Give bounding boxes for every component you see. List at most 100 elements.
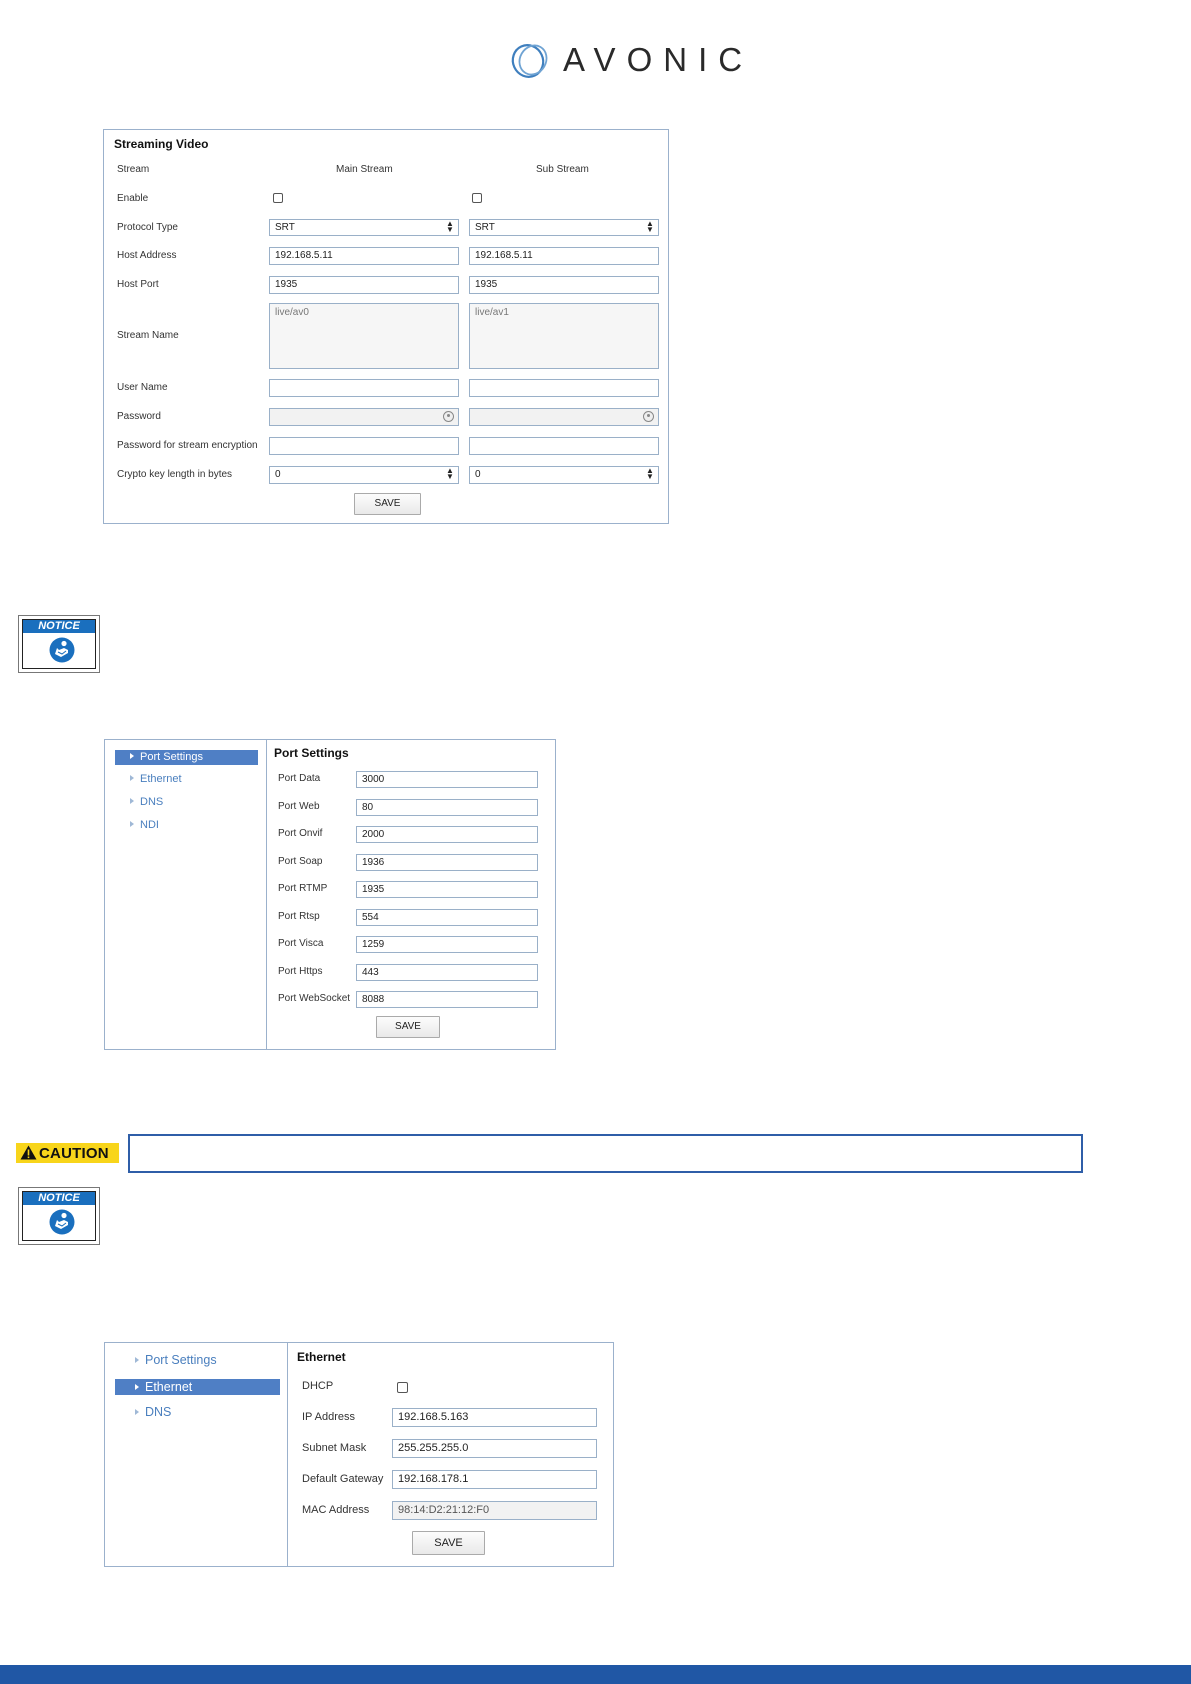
main-host-address-input[interactable]: 192.168.5.11 [269,247,459,265]
dhcp-label: DHCP [302,1380,334,1392]
streaming-save-button[interactable]: SAVE [354,493,421,515]
caution-sign: CAUTION [16,1143,119,1163]
main-enable-checkbox[interactable] [273,193,283,203]
select-arrows-icon: ▲ ▼ [446,466,454,481]
port-row-label: Port WebSocket [278,993,351,1004]
nav-item-port-settings[interactable]: Port Settings [115,750,258,765]
read-manual-icon [49,1209,75,1235]
subnet-mask-label: Subnet Mask [302,1442,367,1454]
main-crypto-select[interactable]: 0 ▲ ▼ [269,466,459,484]
host-port-label: Host Port [117,279,159,290]
ip-address-label: IP Address [302,1411,355,1423]
read-manual-icon [49,637,75,663]
nav-label: NDI [140,819,159,831]
caution-text-box [128,1134,1083,1173]
nav-arrow-icon [135,1408,139,1415]
notice-sign-2: NOTICE [18,1187,100,1245]
port-row-label: Port RTMP [278,883,328,894]
ip-address-input[interactable]: 192.168.5.163 [392,1408,597,1427]
notice-frame: NOTICE [22,619,96,669]
port-settings-panel: Port Settings Ethernet DNS NDI Port Sett… [104,739,556,1050]
port-row-label: Port Https [278,966,323,977]
sub-enable-checkbox[interactable] [472,193,482,203]
nav-item-ethernet[interactable]: Ethernet [130,773,182,785]
notice-label: NOTICE [23,620,95,633]
sub-crypto-value: 0 [475,469,481,480]
password-reveal-icon[interactable] [643,411,654,422]
main-host-port-input[interactable]: 1935 [269,276,459,294]
nav-arrow-icon [130,821,134,828]
host-address-label: Host Address [117,250,177,261]
main-user-name-input[interactable] [269,379,459,397]
port-row-input[interactable]: 1259 [356,936,538,953]
password-label: Password [117,411,161,422]
port-row-input[interactable]: 8088 [356,991,538,1008]
protocol-type-label: Protocol Type [117,222,178,233]
port-row-input[interactable]: 3000 [356,771,538,788]
nav-item-dns[interactable]: DNS [135,1405,171,1419]
main-stream-name-textarea[interactable]: live/av0 [269,303,459,369]
nav-item-ndi[interactable]: NDI [130,819,159,831]
main-stream-header: Main Stream [336,164,393,175]
main-password-input[interactable] [269,408,459,426]
nav-arrow-icon [130,798,134,805]
select-arrows-icon: ▲ ▼ [646,219,654,234]
sub-stream-name-textarea[interactable]: live/av1 [469,303,659,369]
footer-bar [0,1665,1191,1684]
dhcp-checkbox[interactable] [397,1382,408,1393]
main-protocol-select[interactable]: SRT ▲ ▼ [269,219,459,236]
brand-name: AVONIC [563,41,754,78]
port-row-input[interactable]: 1935 [356,881,538,898]
sub-host-address-input[interactable]: 192.168.5.11 [469,247,659,265]
notice-label: NOTICE [23,1192,95,1205]
sub-password-input[interactable] [469,408,659,426]
sub-user-name-input[interactable] [469,379,659,397]
port-row-label: Port Data [278,773,321,784]
password-reveal-icon[interactable] [443,411,454,422]
panel-title: Ethernet [297,1350,346,1364]
main-protocol-value: SRT [275,222,295,233]
ethernet-nav: Port Settings Ethernet DNS [105,1343,288,1566]
port-row-input[interactable]: 1936 [356,854,538,871]
port-row-input[interactable]: 2000 [356,826,538,843]
sub-host-port-input[interactable]: 1935 [469,276,659,294]
sub-crypto-select[interactable]: 0 ▲ ▼ [469,466,659,484]
enable-label: Enable [117,193,149,204]
nav-item-port-settings[interactable]: Port Settings [135,1353,217,1367]
panel-title: Streaming Video [114,137,209,151]
port-row-label: Port Soap [278,856,323,867]
caution-label: CAUTION [39,1145,109,1162]
port-settings-nav: Port Settings Ethernet DNS NDI [105,740,267,1049]
port-row-label: Port Rtsp [278,911,320,922]
notice-sign-1: NOTICE [18,615,100,673]
sub-protocol-select[interactable]: SRT ▲ ▼ [469,219,659,236]
sub-stream-header: Sub Stream [536,164,589,175]
nav-arrow-icon [135,1356,139,1363]
warning-triangle-icon [20,1145,37,1160]
nav-item-dns[interactable]: DNS [130,796,163,808]
panel-title: Port Settings [274,746,349,760]
sub-password-encryption-input[interactable] [469,437,659,455]
subnet-mask-input[interactable]: 255.255.255.0 [392,1439,597,1458]
port-settings-save-button[interactable]: SAVE [376,1016,440,1038]
nav-label: Port Settings [140,751,203,763]
avonic-logo-icon [511,44,548,78]
port-row-label: Port Onvif [278,828,323,839]
default-gateway-input[interactable]: 192.168.178.1 [392,1470,597,1489]
select-arrows-icon: ▲ ▼ [446,219,454,234]
port-row-input[interactable]: 443 [356,964,538,981]
port-row-input[interactable]: 80 [356,799,538,816]
nav-item-ethernet[interactable]: Ethernet [115,1379,280,1395]
ethernet-panel: Port Settings Ethernet DNS Ethernet DHCP… [104,1342,614,1567]
notice-frame: NOTICE [22,1191,96,1241]
crypto-key-length-label: Crypto key length in bytes [117,469,233,480]
main-password-encryption-input[interactable] [269,437,459,455]
ethernet-save-button[interactable]: SAVE [412,1531,485,1555]
nav-label: Ethernet [140,773,182,785]
nav-label: Port Settings [145,1353,217,1367]
nav-arrow-icon [135,1383,139,1390]
main-crypto-value: 0 [275,469,281,480]
port-row-input[interactable]: 554 [356,909,538,926]
nav-arrow-icon [130,775,134,782]
password-encryption-label: Password for stream encryption [117,440,258,451]
